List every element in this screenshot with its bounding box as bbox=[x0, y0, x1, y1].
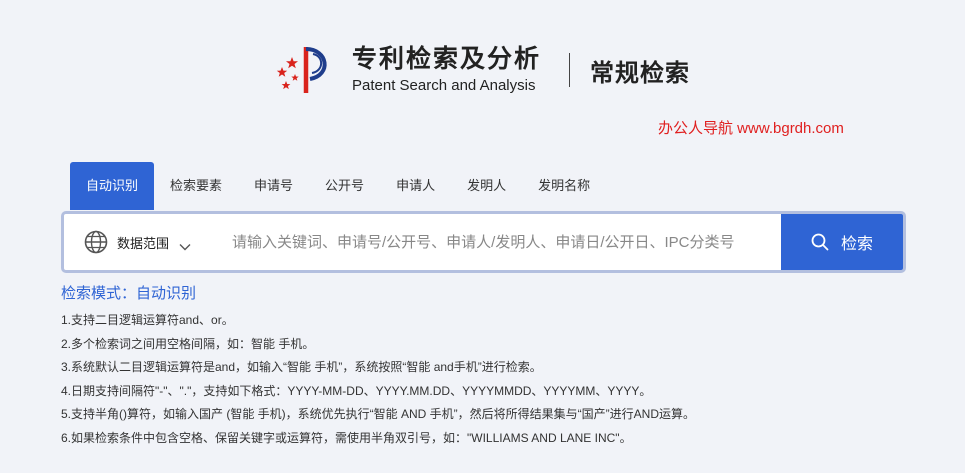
page-title: 常规检索 bbox=[590, 59, 691, 87]
search-type-tabs: 自动识别 检索要素 申请号 公开号 申请人 发明人 发明名称 bbox=[70, 162, 606, 210]
tab-invention-title[interactable]: 发明名称 bbox=[522, 162, 606, 210]
help-list: 1.支持二目逻辑运算符and、or。 2.多个检索词之间用空格间隔，如：智能 手… bbox=[61, 309, 695, 450]
site-header: 专利检索及分析 Patent Search and Analysis 常规检索 bbox=[272, 40, 690, 100]
header-divider bbox=[569, 53, 571, 87]
help-item: 1.支持二目逻辑运算符and、or。 bbox=[61, 313, 234, 327]
data-scope-label: 数据范围 bbox=[117, 235, 170, 251]
cnipa-logo-icon bbox=[272, 41, 342, 99]
chevron-down-icon bbox=[179, 238, 191, 251]
watermark-text: 办公人导航 www.bgrdh.com bbox=[658, 120, 844, 137]
help-item: 4.日期支持间隔符"-"、"."，支持如下格式：YYYY-MM-DD、YYYY.… bbox=[61, 383, 652, 398]
help-item: 5.支持半角()算符，如输入国产 (智能 手机)，系统优先执行“智能 AND 手… bbox=[61, 407, 695, 421]
search-mode-line: 检索模式：自动识别 bbox=[61, 285, 197, 302]
help-item: 2.多个检索词之间用空格间隔，如：智能 手机。 bbox=[61, 336, 315, 351]
tab-search-elements[interactable]: 检索要素 bbox=[154, 162, 238, 210]
globe-icon bbox=[84, 230, 108, 254]
logo-subtitle: Patent Search and Analysis bbox=[352, 77, 536, 94]
tab-applicant[interactable]: 申请人 bbox=[380, 162, 451, 210]
data-scope-dropdown[interactable]: 数据范围 bbox=[64, 214, 224, 270]
help-item: 6.如果检索条件中包含空格、保留关键字或运算符，需使用半角双引号，如："WILL… bbox=[61, 430, 632, 445]
search-button[interactable]: 检索 bbox=[781, 214, 903, 270]
search-button-label: 检索 bbox=[840, 236, 873, 253]
logo-text: 专利检索及分析 Patent Search and Analysis bbox=[352, 44, 541, 96]
tab-inventor[interactable]: 发明人 bbox=[451, 162, 522, 210]
tab-auto-detect[interactable]: 自动识别 bbox=[70, 162, 155, 210]
tab-application-number[interactable]: 申请号 bbox=[238, 162, 309, 210]
logo-title: 专利检索及分析 bbox=[352, 45, 542, 73]
search-icon bbox=[811, 233, 829, 251]
help-item: 3.系统默认二目逻辑运算符是and，如输入“智能 手机”，系统按照“智能 and… bbox=[61, 360, 542, 374]
search-bar: 数据范围 检索 bbox=[61, 211, 906, 273]
search-input[interactable] bbox=[224, 214, 781, 270]
tab-publication-number[interactable]: 公开号 bbox=[309, 162, 380, 210]
